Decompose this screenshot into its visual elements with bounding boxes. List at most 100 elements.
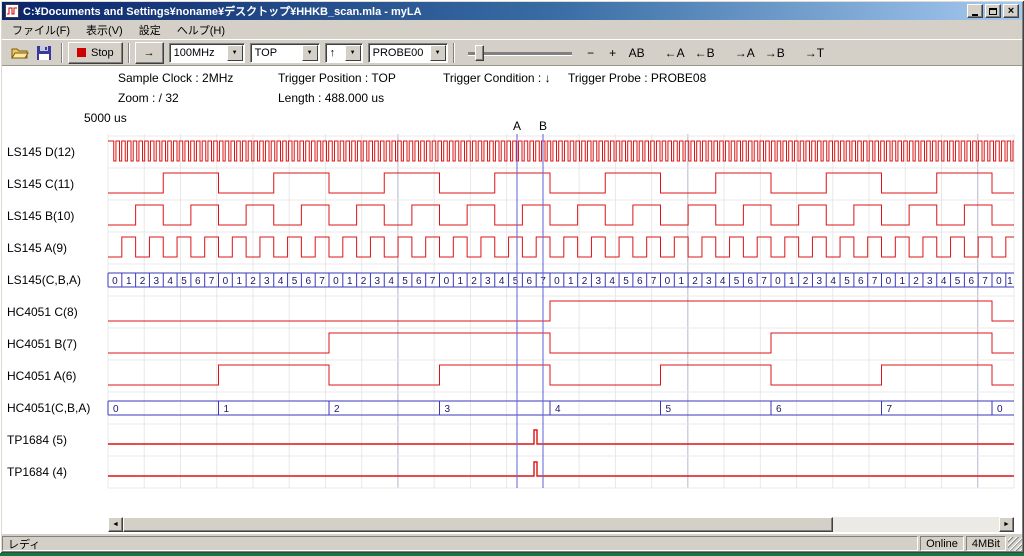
svg-text:2: 2 xyxy=(582,276,588,287)
svg-text:2: 2 xyxy=(250,276,256,287)
marker-lines[interactable] xyxy=(517,134,543,488)
svg-text:2: 2 xyxy=(471,276,477,287)
svg-text:3: 3 xyxy=(817,276,823,287)
status-online-badge: Online xyxy=(920,536,964,551)
svg-text:2: 2 xyxy=(334,404,340,415)
svg-text:6: 6 xyxy=(416,276,422,287)
svg-text:0: 0 xyxy=(112,276,118,287)
svg-text:1: 1 xyxy=(568,276,574,287)
scroll-left-icon: ◄ xyxy=(112,521,119,528)
svg-text:2: 2 xyxy=(692,276,698,287)
svg-text:1: 1 xyxy=(224,404,230,415)
svg-text:0: 0 xyxy=(223,276,229,287)
svg-text:0: 0 xyxy=(333,276,339,287)
svg-text:5: 5 xyxy=(402,276,408,287)
wave-0 xyxy=(108,141,1014,161)
svg-text:7: 7 xyxy=(872,276,878,287)
svg-text:0: 0 xyxy=(444,276,450,287)
svg-text:6: 6 xyxy=(747,276,753,287)
svg-text:7: 7 xyxy=(761,276,767,287)
wave-2 xyxy=(108,205,1014,225)
svg-text:1: 1 xyxy=(899,276,905,287)
svg-text:0: 0 xyxy=(996,276,1002,287)
svg-text:4: 4 xyxy=(499,276,505,287)
svg-text:1: 1 xyxy=(347,276,353,287)
wave-7 xyxy=(108,365,1014,385)
svg-text:3: 3 xyxy=(596,276,602,287)
svg-text:6: 6 xyxy=(637,276,643,287)
channel-6 xyxy=(108,333,1014,353)
channel-1 xyxy=(108,173,1014,193)
svg-text:1: 1 xyxy=(457,276,463,287)
svg-text:3: 3 xyxy=(927,276,933,287)
status-message: レディ xyxy=(2,536,918,551)
svg-text:1: 1 xyxy=(236,276,242,287)
svg-text:3: 3 xyxy=(706,276,712,287)
channel-3 xyxy=(108,237,1014,257)
scroll-left-button[interactable]: ◄ xyxy=(108,517,123,532)
svg-text:1: 1 xyxy=(126,276,132,287)
svg-text:7: 7 xyxy=(209,276,215,287)
statusbar: レディ Online 4MBit xyxy=(2,534,1022,551)
wave-3 xyxy=(108,237,1014,257)
wave-1 xyxy=(108,173,1014,193)
scroll-track[interactable] xyxy=(123,517,999,532)
svg-text:6: 6 xyxy=(305,276,311,287)
resize-grip[interactable] xyxy=(1008,537,1022,551)
horizontal-scrollbar[interactable]: ◄ ► xyxy=(108,517,1014,532)
svg-text:5: 5 xyxy=(623,276,629,287)
svg-text:0: 0 xyxy=(113,404,119,415)
channel-2 xyxy=(108,205,1014,225)
wave-6 xyxy=(108,333,1014,353)
grid xyxy=(108,134,1014,488)
svg-text:6: 6 xyxy=(858,276,864,287)
svg-text:0: 0 xyxy=(665,276,671,287)
svg-text:7: 7 xyxy=(430,276,436,287)
svg-text:3: 3 xyxy=(375,276,381,287)
channel-5 xyxy=(108,301,1014,321)
wave-9 xyxy=(108,430,1014,444)
svg-text:1: 1 xyxy=(789,276,795,287)
svg-text:1: 1 xyxy=(678,276,684,287)
svg-text:7: 7 xyxy=(887,404,893,415)
wave-5 xyxy=(108,301,1014,321)
svg-text:6: 6 xyxy=(776,404,782,415)
svg-text:0: 0 xyxy=(775,276,781,287)
waveform-plot[interactable]: 0123456701234567012345670123456701234567… xyxy=(0,0,1024,556)
svg-text:5: 5 xyxy=(181,276,187,287)
svg-text:2: 2 xyxy=(803,276,809,287)
marker-b-handle[interactable]: B xyxy=(534,119,552,133)
channel-4: 0123456701234567012345670123456701234567… xyxy=(108,273,1014,287)
svg-text:0: 0 xyxy=(554,276,560,287)
svg-text:7: 7 xyxy=(982,276,988,287)
svg-text:0: 0 xyxy=(997,404,1003,415)
svg-text:5: 5 xyxy=(292,276,298,287)
svg-text:4: 4 xyxy=(278,276,284,287)
svg-text:3: 3 xyxy=(445,404,451,415)
scroll-thumb[interactable] xyxy=(123,517,833,532)
svg-text:7: 7 xyxy=(319,276,325,287)
svg-text:5: 5 xyxy=(513,276,519,287)
channel-8: 012345670 xyxy=(108,401,1014,415)
svg-text:5: 5 xyxy=(734,276,740,287)
svg-text:2: 2 xyxy=(140,276,146,287)
marker-a-handle[interactable]: A xyxy=(508,119,526,133)
svg-text:7: 7 xyxy=(651,276,657,287)
svg-text:3: 3 xyxy=(264,276,270,287)
svg-text:4: 4 xyxy=(830,276,836,287)
svg-text:2: 2 xyxy=(913,276,919,287)
svg-text:4: 4 xyxy=(609,276,615,287)
svg-text:6: 6 xyxy=(968,276,974,287)
svg-text:3: 3 xyxy=(154,276,160,287)
svg-text:4: 4 xyxy=(167,276,173,287)
svg-text:5: 5 xyxy=(844,276,850,287)
channel-9 xyxy=(108,430,1014,444)
scroll-right-button[interactable]: ► xyxy=(999,517,1014,532)
app-window: C:¥Documents and Settings¥noname¥デスクトップ¥… xyxy=(0,0,1024,553)
scroll-right-icon: ► xyxy=(1003,521,1010,528)
svg-text:0: 0 xyxy=(886,276,892,287)
status-memory-badge: 4MBit xyxy=(966,536,1006,551)
svg-text:5: 5 xyxy=(955,276,961,287)
svg-text:4: 4 xyxy=(941,276,947,287)
svg-text:4: 4 xyxy=(388,276,394,287)
